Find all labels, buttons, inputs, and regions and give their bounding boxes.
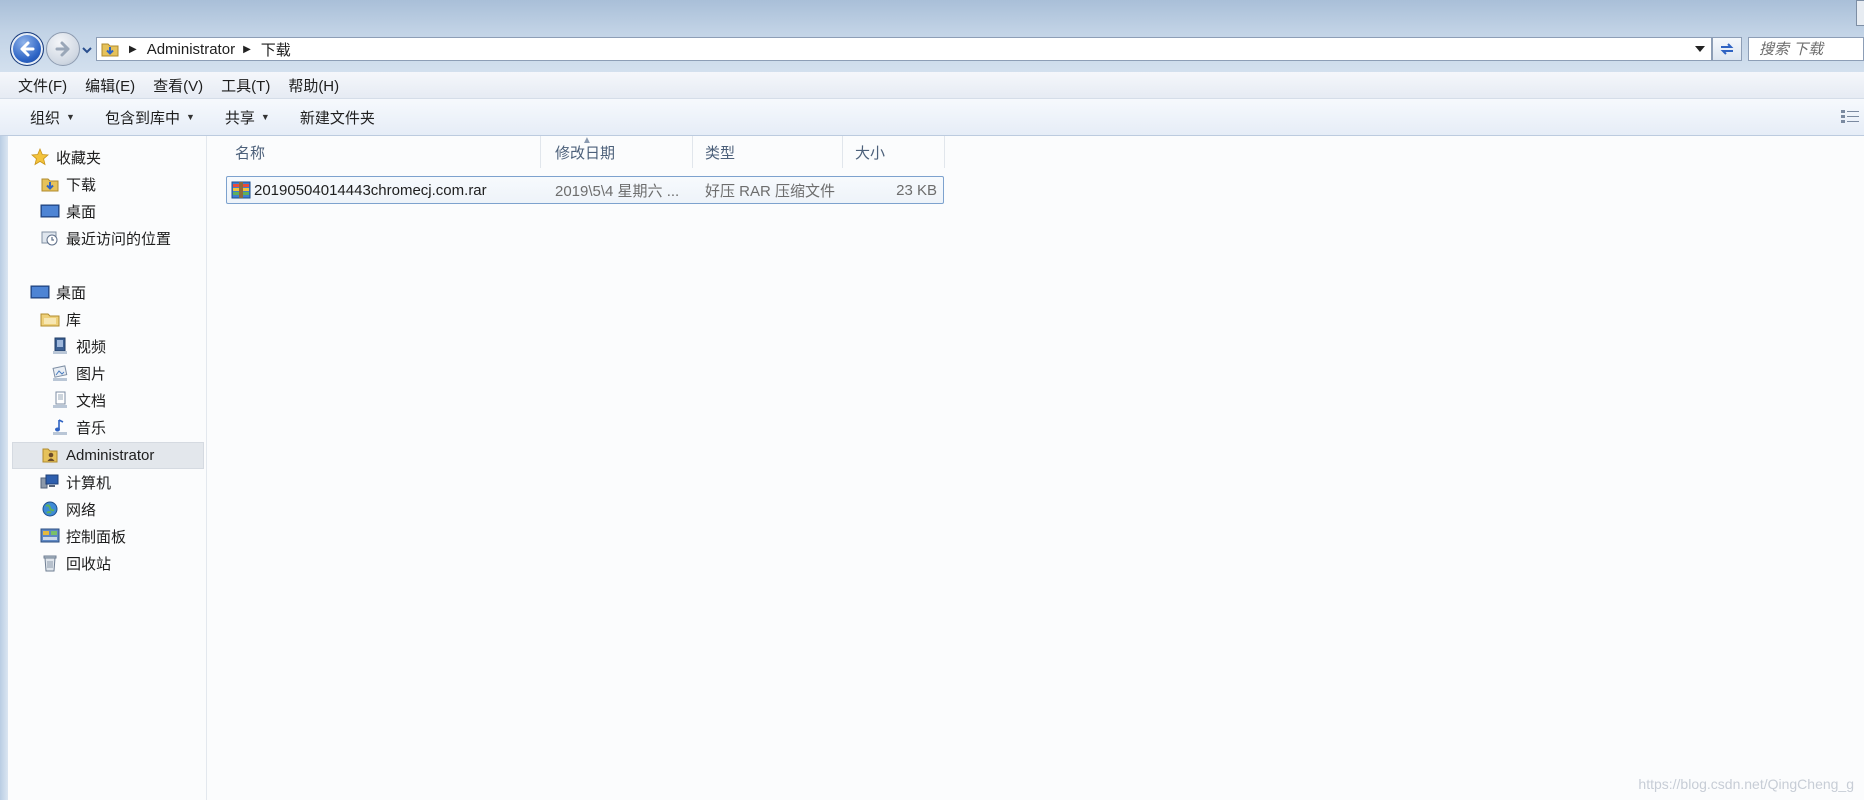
window-control-button[interactable] (1856, 0, 1864, 26)
organize-label: 组织 (30, 109, 61, 127)
sidebar-item-label: 下载 (66, 176, 97, 194)
breadcrumb-item-administrator[interactable]: Administrator (147, 41, 235, 58)
sidebar-item-label: 库 (66, 311, 82, 329)
downloads-folder-icon (40, 175, 60, 193)
music-library-icon (50, 418, 70, 436)
search-input[interactable] (1757, 39, 1863, 59)
address-bar[interactable]: ▶ Administrator ▶ 下载 (96, 37, 1712, 61)
breadcrumb-separator-icon: ▶ (129, 43, 137, 55)
sidebar-item-label: 计算机 (66, 474, 112, 492)
details-view-icon (1841, 110, 1859, 123)
sidebar-item-downloads[interactable]: 下载 (40, 171, 96, 197)
sidebar-item-label: 最近访问的位置 (66, 230, 172, 248)
table-row[interactable]: 20190504014443chromecj.com.rar 2019\5\4 … (226, 176, 944, 204)
column-header-type[interactable]: 类型 (697, 136, 843, 168)
sidebar-item-music[interactable]: 音乐 (50, 414, 106, 440)
arrow-right-icon (55, 41, 70, 57)
downloads-folder-icon (101, 40, 121, 58)
pictures-library-icon (50, 364, 70, 382)
sidebar-item-label: 网络 (66, 501, 97, 519)
triangle-down-icon: ▼ (66, 112, 75, 122)
sidebar-item-administrator[interactable]: Administrator (40, 442, 154, 468)
menu-file[interactable]: 文件(F) (0, 75, 75, 96)
file-size: 23 KB (896, 181, 937, 199)
include-in-library-button[interactable]: 包含到库中 ▼ (105, 107, 195, 128)
navigation-pane: 收藏夹 下载 桌面 最近访问的位置 桌面 库 视频 图片 文档 音乐 Admin… (0, 136, 207, 800)
column-header-name[interactable]: 名称 (227, 136, 541, 168)
back-button[interactable] (10, 32, 44, 66)
sidebar-item-label: 音乐 (76, 419, 107, 437)
title-address-strip: ▶ Administrator ▶ 下载 (0, 0, 1864, 72)
sidebar-item-label: 桌面 (66, 203, 97, 221)
network-globe-icon (40, 500, 60, 518)
recent-places-icon (40, 229, 60, 247)
sidebar-item-libraries[interactable]: 库 (40, 306, 81, 332)
address-dropdown-button[interactable] (1693, 42, 1707, 56)
video-library-icon (50, 337, 70, 355)
sidebar-item-computer[interactable]: 计算机 (40, 469, 111, 495)
rar-archive-icon (231, 177, 253, 203)
sidebar-item-recycle-bin[interactable]: 回收站 (40, 550, 111, 576)
control-panel-icon (40, 527, 60, 545)
menu-view[interactable]: 查看(V) (143, 75, 211, 96)
documents-library-icon (50, 391, 70, 409)
new-folder-button[interactable]: 新建文件夹 (300, 107, 375, 128)
star-icon (30, 148, 50, 166)
organize-button[interactable]: 组织 ▼ (30, 107, 75, 128)
sidebar-item-label: 回收站 (66, 555, 112, 573)
sidebar-item-label: 控制面板 (66, 528, 127, 546)
file-name: 20190504014443chromecj.com.rar (254, 181, 487, 199)
arrow-left-icon (20, 41, 35, 57)
recent-pages-dropdown[interactable] (82, 45, 92, 55)
breadcrumb-separator-icon: ▶ (243, 43, 251, 55)
library-folder-icon (40, 310, 60, 328)
file-date-modified: 2019\5\4 星期六 ... (555, 182, 680, 200)
desktop-icon (40, 202, 60, 220)
share-label: 共享 (224, 109, 255, 127)
sidebar-item-network[interactable]: 网络 (40, 496, 96, 522)
sidebar-item-label: Administrator (66, 446, 155, 464)
menu-tools[interactable]: 工具(T) (211, 75, 278, 96)
command-bar: 组织 ▼ 包含到库中 ▼ 共享 ▼ 新建文件夹 (0, 99, 1864, 136)
sidebar-item-recent-places[interactable]: 最近访问的位置 (40, 225, 171, 251)
sidebar-item-documents[interactable]: 文档 (50, 387, 106, 413)
triangle-down-icon: ▼ (260, 112, 270, 122)
chevron-down-icon (82, 47, 92, 54)
refresh-button[interactable] (1712, 37, 1742, 61)
forward-button[interactable] (46, 32, 80, 66)
share-button[interactable]: 共享 ▼ (225, 107, 270, 128)
desktop-icon (30, 283, 50, 301)
view-options-button[interactable] (1840, 108, 1860, 126)
watermark: https://blog.csdn.net/QingCheng_g (1638, 776, 1854, 792)
include-in-library-label: 包含到库中 (104, 109, 180, 127)
sidebar-item-pictures[interactable]: 图片 (50, 360, 106, 386)
file-type: 好压 RAR 压缩文件 (705, 182, 836, 200)
sidebar-item-label: 视频 (76, 338, 107, 356)
sidebar-item-label: 收藏夹 (56, 149, 102, 167)
sidebar-item-label: 图片 (76, 365, 107, 383)
file-list-view: ▲ 名称 修改日期 类型 大小 20190504014443chromecj.c… (207, 135, 1864, 800)
sidebar-item-control-panel[interactable]: 控制面板 (40, 523, 126, 549)
menu-edit[interactable]: 编辑(E) (75, 75, 143, 96)
search-box[interactable] (1748, 37, 1864, 61)
triangle-down-icon (1695, 46, 1705, 52)
sidebar-item-label: 桌面 (56, 284, 87, 302)
menu-help[interactable]: 帮助(H) (278, 75, 347, 96)
column-header-date-modified[interactable]: 修改日期 (547, 136, 693, 168)
computer-icon (40, 473, 60, 491)
column-header-size[interactable]: 大小 (847, 136, 945, 168)
sidebar-item-videos[interactable]: 视频 (50, 333, 106, 359)
user-folder-icon (40, 446, 60, 464)
sidebar-item-desktop-favorite[interactable]: 桌面 (40, 198, 96, 224)
sidebar-item-favorites[interactable]: 收藏夹 (30, 144, 101, 170)
menu-bar: 文件(F) 编辑(E) 查看(V) 工具(T) 帮助(H) (0, 72, 1864, 99)
breadcrumb-item-downloads[interactable]: 下载 (261, 39, 291, 60)
recycle-bin-icon (40, 554, 60, 572)
sidebar-item-label: 文档 (76, 392, 107, 410)
refresh-icon (1720, 43, 1734, 55)
sidebar-item-desktop[interactable]: 桌面 (30, 279, 86, 305)
triangle-down-icon: ▼ (185, 112, 195, 122)
